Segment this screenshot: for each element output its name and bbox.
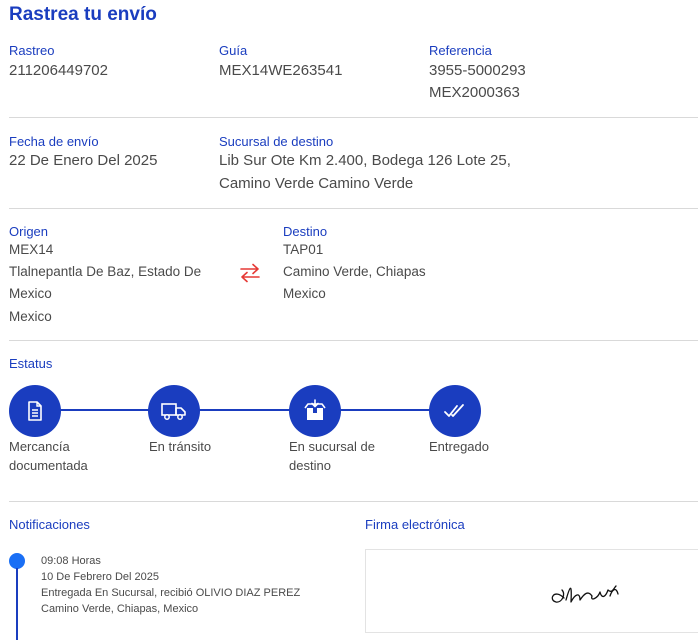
- fecha-label: Fecha de envío: [9, 134, 99, 149]
- origen-code: MEX14: [9, 242, 54, 257]
- status-step-label: En sucursal de destino: [289, 439, 375, 473]
- origen-label: Origen: [9, 224, 49, 239]
- signature-box: [365, 549, 698, 633]
- status-step-label: En tránsito: [149, 439, 212, 454]
- page-title: Rastrea tu envío: [9, 4, 157, 25]
- rastreo-label: Rastreo: [9, 43, 55, 58]
- origen-line-2: Mexico: [9, 286, 52, 301]
- box-icon: [304, 399, 326, 420]
- notifications-label: Notificaciones: [9, 517, 90, 532]
- sucursal-label: Sucursal de destino: [219, 134, 334, 149]
- timeline-line: [16, 568, 18, 640]
- swap-arrows-icon: [240, 263, 260, 283]
- document-icon: [28, 401, 42, 421]
- divider: [9, 117, 698, 118]
- status-step-delivered: [429, 385, 481, 437]
- sucursal-line-2: Camino Verde Camino Verde: [219, 175, 414, 192]
- divider: [9, 208, 698, 209]
- status-step-label: Mercancía documentada: [9, 439, 88, 473]
- referencia-value-1: 3955-5000293: [429, 62, 526, 79]
- timeline-dot: [9, 553, 25, 569]
- origen-line-1: Tlalnepantla De Baz, Estado De: [9, 264, 202, 279]
- notification-message: Entregada En Sucursal, recibió OLIVIO DI…: [41, 587, 301, 599]
- rastreo-value: 211206449702: [9, 62, 108, 79]
- status-step-branch: [289, 385, 341, 437]
- truck-icon: [161, 403, 186, 420]
- status-label: Estatus: [9, 356, 53, 371]
- status-step-label: Entregado: [429, 439, 489, 454]
- destino-line-2: Mexico: [283, 286, 326, 301]
- destino-label: Destino: [283, 224, 328, 239]
- sucursal-line-1: Lib Sur Ote Km 2.400, Bodega 126 Lote 25…: [219, 152, 511, 169]
- divider: [9, 340, 698, 341]
- double-check-icon: [444, 404, 464, 417]
- guia-label: Guía: [219, 43, 248, 58]
- signature-image: [551, 585, 619, 603]
- notification-date: 10 De Febrero Del 2025: [41, 571, 160, 583]
- fecha-value: 22 De Enero Del 2025: [9, 152, 158, 169]
- referencia-value-2: MEX2000363: [429, 84, 520, 101]
- notification-location: Camino Verde, Chiapas, Mexico: [41, 603, 199, 615]
- status-step-documented: [9, 385, 61, 437]
- referencia-label: Referencia: [429, 43, 492, 58]
- notification-time: 09:08 Horas: [41, 555, 101, 567]
- status-progress-line: [35, 409, 455, 411]
- origen-line-3: Mexico: [9, 309, 52, 324]
- destino-line-1: Camino Verde, Chiapas: [283, 264, 426, 279]
- destino-code: TAP01: [283, 242, 324, 257]
- signature-label: Firma electrónica: [365, 517, 465, 532]
- status-step-transit: [148, 385, 200, 437]
- guia-value: MEX14WE263541: [219, 62, 343, 79]
- divider: [9, 501, 698, 502]
